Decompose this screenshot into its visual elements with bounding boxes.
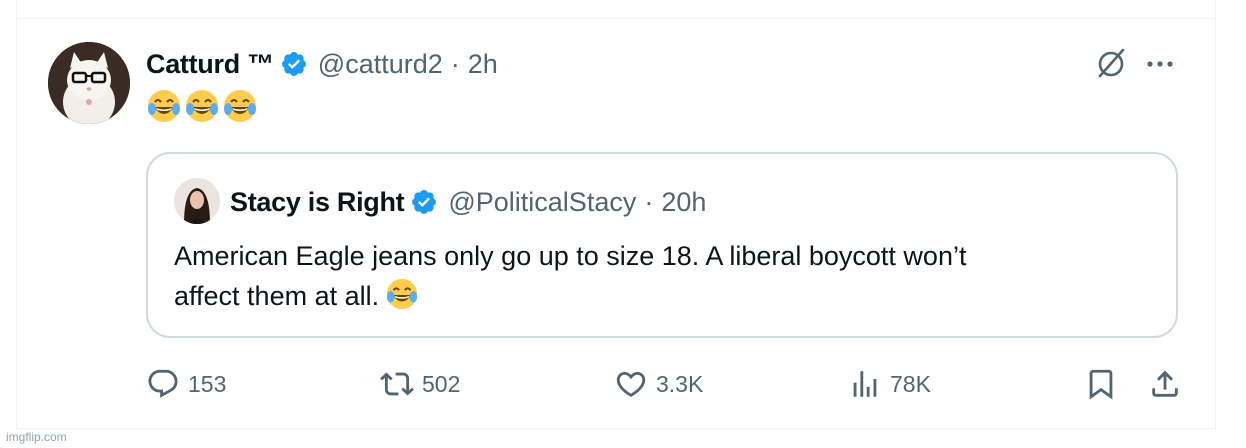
views-icon [853,371,877,397]
repost-icon [380,372,414,396]
verified-badge-icon [280,50,308,78]
quote-header: Stacy is Right @PoliticalStacy · 20h [230,182,706,222]
like-count: 3.3K [656,370,704,397]
tweet-header: Catturd ™ @catturd2 · 2h [146,44,498,84]
laughing-emoji-icon [222,88,258,124]
laughing-emoji-icon [184,88,220,124]
more-icon[interactable] [1142,52,1178,76]
repost-button[interactable]: 502 [380,364,460,404]
divider-bottom [16,428,1214,429]
share-button[interactable] [1148,364,1182,404]
verified-badge-icon [410,188,438,216]
author-avatar[interactable] [48,42,130,124]
divider-top [16,18,1214,19]
reply-icon [148,369,178,398]
share-icon [1152,370,1178,397]
cat-avatar-image [48,42,130,124]
quote-author-name[interactable]: Stacy is Right [230,187,405,218]
separator-dot: · [450,48,460,79]
tweet-text [146,88,258,124]
repost-count: 502 [422,370,461,397]
like-button[interactable]: 3.3K [614,364,703,404]
laughing-emoji-icon [146,88,182,124]
grok-icon[interactable] [1092,44,1130,82]
quote-text-line1: American Eagle jeans only go up to size … [174,241,967,271]
author-handle[interactable]: @catturd2 [318,49,443,80]
quote-text-line2: affect them at all. [174,281,380,311]
views-button[interactable]: 78K [848,364,931,404]
views-count: 78K [890,370,931,397]
bookmark-button[interactable] [1084,364,1118,404]
woman-avatar-image [174,178,220,224]
quoted-tweet[interactable]: Stacy is Right @PoliticalStacy · 20h Ame… [146,152,1178,338]
quote-author-avatar[interactable] [174,178,220,224]
watermark: imgflip.com [6,430,67,444]
bookmark-icon [1089,369,1113,400]
quote-timestamp[interactable]: 20h [661,187,706,218]
quote-author-handle[interactable]: @PoliticalStacy [448,187,636,218]
tweet-timestamp[interactable]: 2h [468,49,498,80]
reply-button[interactable]: 153 [146,364,226,404]
reply-count: 153 [188,370,227,397]
heart-icon [616,371,646,397]
author-name[interactable]: Catturd ™ [146,49,274,80]
laughing-emoji-icon [385,277,419,311]
separator-dot: · [644,186,654,217]
quote-text: American Eagle jeans only go up to size … [174,236,1134,316]
